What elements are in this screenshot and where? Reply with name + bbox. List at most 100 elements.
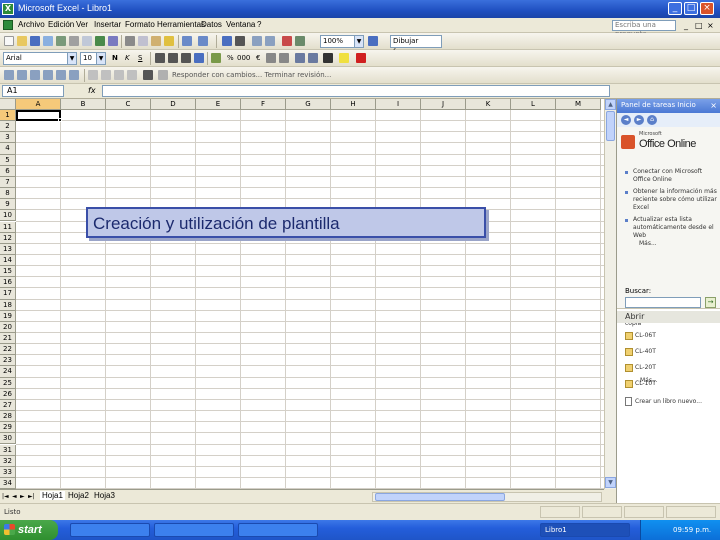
column-header-k[interactable]: K xyxy=(466,99,511,110)
column-header-f[interactable]: F xyxy=(241,99,286,110)
recent-file[interactable]: CL-40T xyxy=(635,348,656,355)
redo-icon[interactable] xyxy=(198,36,208,46)
row-header-18[interactable]: 18 xyxy=(0,299,16,311)
decrease-decimal-icon[interactable] xyxy=(279,53,289,63)
chevron-down-icon[interactable]: ▼ xyxy=(96,53,105,64)
menu-formato[interactable]: Formato xyxy=(125,20,155,29)
autosum-icon[interactable] xyxy=(235,36,245,46)
font-color-icon[interactable] xyxy=(356,53,366,63)
merge-center-icon[interactable] xyxy=(194,53,204,63)
drawing-icon[interactable] xyxy=(295,36,305,46)
chart-wizard-icon[interactable] xyxy=(282,36,292,46)
row-header-27[interactable]: 27 xyxy=(0,399,16,412)
open-icon[interactable] xyxy=(17,36,27,46)
row-header-34[interactable]: 34 xyxy=(0,477,16,489)
help-icon[interactable] xyxy=(368,36,378,46)
chevron-down-icon[interactable]: ▼ xyxy=(354,36,363,47)
column-header-d[interactable]: D xyxy=(151,99,196,110)
menu-edicion[interactable]: Edición xyxy=(48,20,74,29)
font-size-select[interactable]: 10 ▼ xyxy=(80,52,106,65)
column-header-l[interactable]: L xyxy=(511,99,556,110)
scroll-down-icon[interactable]: ▼ xyxy=(605,477,616,488)
sheet-tab-hoja2[interactable]: Hoja2 xyxy=(68,491,89,500)
increase-decimal-icon[interactable] xyxy=(266,53,276,63)
review-icon[interactable] xyxy=(43,70,53,80)
currency-icon[interactable] xyxy=(211,53,221,63)
new-workbook-link[interactable]: Crear un libro nuevo... xyxy=(635,398,702,405)
format-painter-icon[interactable] xyxy=(164,36,174,46)
column-header-a[interactable]: A xyxy=(16,99,61,110)
sort-descending-icon[interactable] xyxy=(265,36,275,46)
increase-indent-icon[interactable] xyxy=(308,53,318,63)
decrease-indent-icon[interactable] xyxy=(295,53,305,63)
email-icon[interactable] xyxy=(56,36,66,46)
next-sheet-icon[interactable]: ► xyxy=(20,493,25,500)
row-header-14[interactable]: 14 xyxy=(0,254,16,267)
minimize-button[interactable]: _ xyxy=(668,2,682,15)
reply-icon[interactable] xyxy=(158,70,168,80)
row-header-24[interactable]: 24 xyxy=(0,366,16,378)
vertical-scrollbar[interactable]: ▲ ▼ xyxy=(604,99,616,489)
horizontal-scroll-thumb[interactable] xyxy=(375,493,505,501)
row-header-22[interactable]: 22 xyxy=(0,344,16,356)
column-header-i[interactable]: I xyxy=(376,99,421,110)
search-input[interactable] xyxy=(625,297,701,308)
row-header-1[interactable]: 1 xyxy=(0,110,16,122)
vertical-scroll-thumb[interactable] xyxy=(606,111,615,141)
row-header-20[interactable]: 20 xyxy=(0,321,16,333)
forward-icon[interactable]: ► xyxy=(634,115,644,125)
row-header-31[interactable]: 31 xyxy=(0,444,16,456)
start-button[interactable]: start xyxy=(0,520,58,540)
row-header-32[interactable]: 32 xyxy=(0,455,16,467)
recent-file[interactable]: CL-06T xyxy=(635,332,656,339)
row-header-23[interactable]: 23 xyxy=(0,355,16,367)
review-icon[interactable] xyxy=(69,70,79,80)
taskbar-item[interactable] xyxy=(70,523,150,537)
paste-icon[interactable] xyxy=(151,36,161,46)
taskbar-item[interactable] xyxy=(154,523,234,537)
link-more[interactable]: Más... xyxy=(639,240,720,248)
column-header-c[interactable]: C xyxy=(106,99,151,110)
row-header-9[interactable]: 9 xyxy=(0,199,16,211)
row-header-19[interactable]: 19 xyxy=(0,310,16,322)
align-right-icon[interactable] xyxy=(181,53,191,63)
select-all-button[interactable] xyxy=(0,99,16,110)
back-icon[interactable]: ◄ xyxy=(621,115,631,125)
align-center-icon[interactable] xyxy=(168,53,178,63)
zoom-select[interactable]: 100% ▼ xyxy=(320,35,364,48)
doc-restore-button[interactable]: □ xyxy=(695,21,703,30)
review-icon[interactable] xyxy=(30,70,40,80)
active-cell-a1[interactable] xyxy=(16,110,61,121)
row-header-28[interactable]: 28 xyxy=(0,411,16,423)
hyperlink-icon[interactable] xyxy=(222,36,232,46)
menu-ver[interactable]: Ver xyxy=(76,20,88,29)
font-name-select[interactable]: Arial ▼ xyxy=(3,52,77,65)
home-icon[interactable]: ⌂ xyxy=(647,115,657,125)
spelling-icon[interactable] xyxy=(95,36,105,46)
review-icon[interactable] xyxy=(56,70,66,80)
chevron-down-icon[interactable]: ▼ xyxy=(67,53,76,64)
fill-color-icon[interactable] xyxy=(339,53,349,63)
taskbar-item-excel[interactable]: Libro1 xyxy=(540,523,630,537)
review-icon[interactable] xyxy=(101,70,111,80)
row-header-13[interactable]: 13 xyxy=(0,243,16,255)
percent-button[interactable]: % xyxy=(227,54,234,62)
row-header-15[interactable]: 15 xyxy=(0,266,16,278)
link-update-list[interactable]: Actualizar esta lista automáticamente de… xyxy=(633,216,717,240)
last-sheet-icon[interactable]: ►| xyxy=(28,493,35,500)
sheet-tab-hoja1[interactable]: Hoja1 xyxy=(40,491,65,500)
row-header-29[interactable]: 29 xyxy=(0,422,16,434)
fill-handle[interactable] xyxy=(58,118,62,122)
thousands-button[interactable]: 000 xyxy=(237,54,250,62)
menu-ventana[interactable]: Ventana xyxy=(226,20,255,29)
menu-insertar[interactable]: Insertar xyxy=(94,20,121,29)
print-icon[interactable] xyxy=(69,36,79,46)
more-files-link[interactable]: Más... xyxy=(640,377,658,384)
row-header-7[interactable]: 7 xyxy=(0,176,16,189)
doc-minimize-button[interactable]: _ xyxy=(684,21,688,30)
row-header-25[interactable]: 25 xyxy=(0,377,16,389)
row-header-30[interactable]: 30 xyxy=(0,433,16,445)
column-header-m[interactable]: M xyxy=(556,99,601,110)
row-header-4[interactable]: 4 xyxy=(0,143,16,155)
column-header-e[interactable]: E xyxy=(196,99,241,110)
